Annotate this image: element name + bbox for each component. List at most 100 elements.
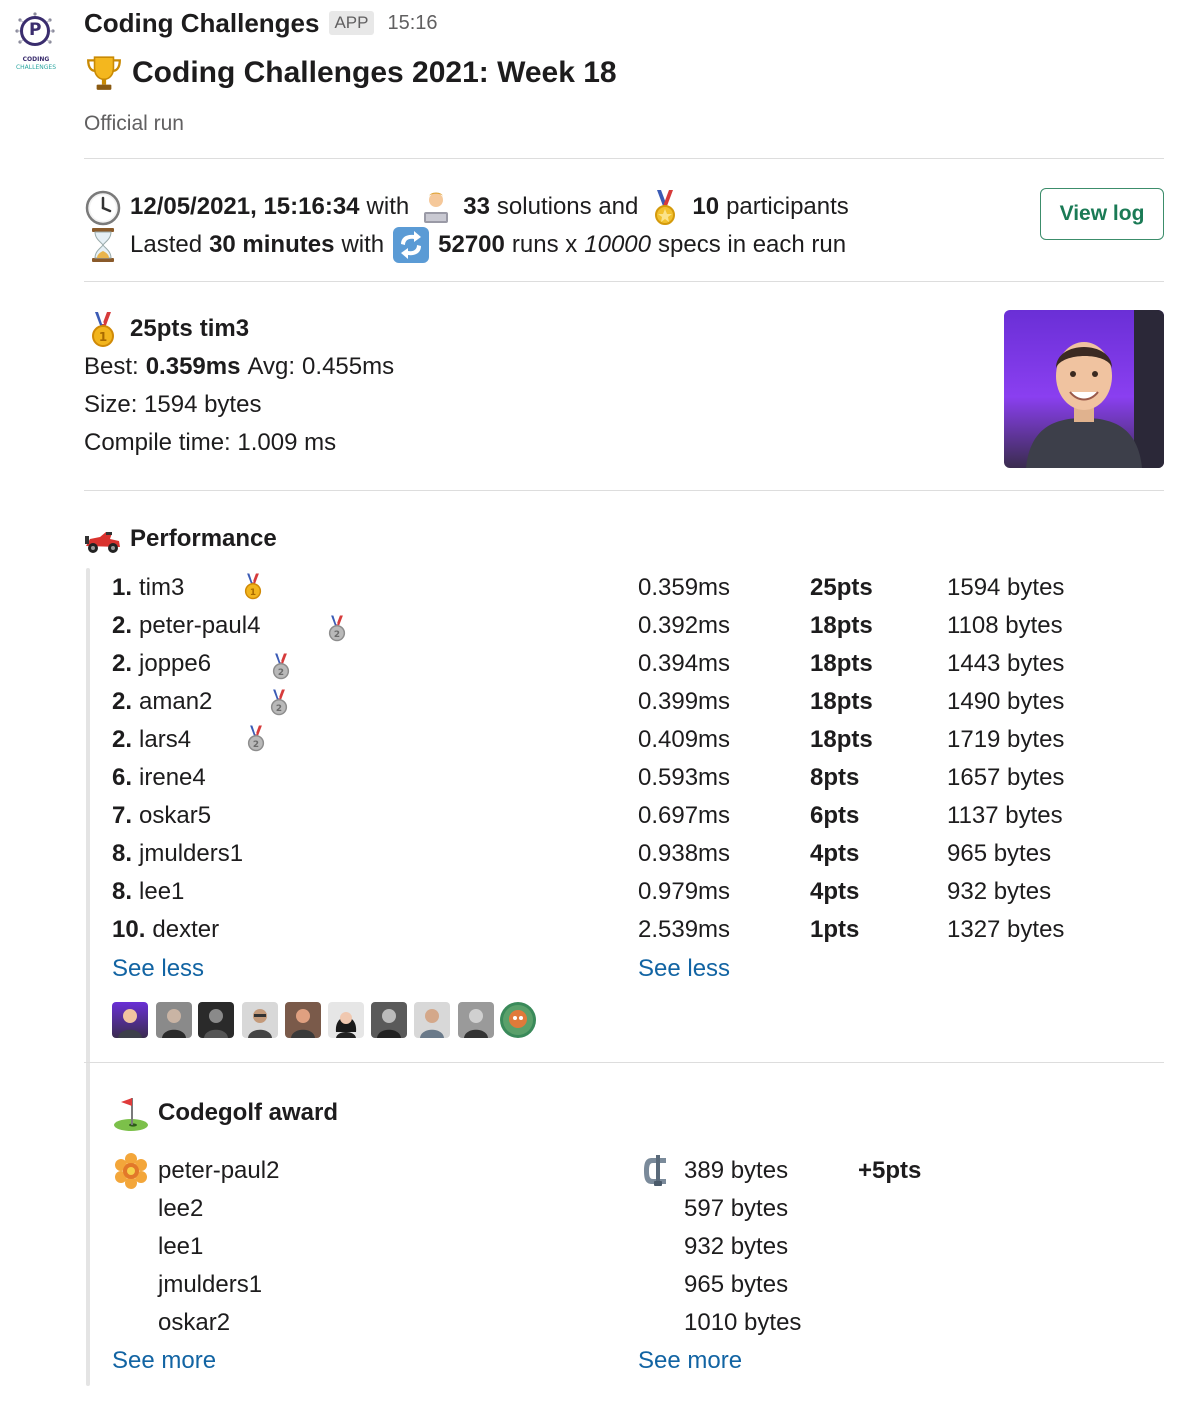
performance-time: 0.409ms [638,726,731,753]
best-label: Best: [84,353,139,380]
performance-row-participant: 6. irene4 [112,759,206,797]
winner-times: Best: 0.359ms Avg: 0.455ms [84,348,394,386]
codegolf-size: 597 bytes [684,1195,789,1222]
participant-name: peter-paul4 [139,612,261,639]
winner-name: tim3 [199,315,250,342]
performance-points: 1pts [810,916,860,943]
performance-points: 6pts [810,802,860,829]
sports-medal-icon [646,188,684,226]
performance-row-participant: 2. peter-paul4 [112,607,260,645]
with-text-2: with [341,231,385,258]
performance-time: 0.394ms [638,650,731,677]
clamp-icon [644,1155,666,1186]
performance-heading-text: Performance [130,525,277,552]
hourglass-icon [92,228,114,262]
codegolf-size: 932 bytes [684,1233,789,1260]
performance-heading: Performance [84,519,277,559]
app-logo[interactable]: CODING CHALLENGES [10,12,62,74]
see-more-link-left[interactable]: See more [112,1342,216,1380]
rank: 7. [112,802,133,829]
app-badge: APP [329,11,374,35]
subtitle: Official run [84,112,184,135]
codegolf-heading-text: Codegolf award [158,1099,339,1126]
divider [84,1062,1164,1063]
performance-points: 18pts [810,688,873,715]
run-info-line-2: Lasted 30 minutes with 52700 runs x 1000… [84,225,846,265]
participant-avatar[interactable] [500,1002,536,1038]
winner-avatar[interactable] [1004,310,1164,468]
participant-name: tim3 [139,574,185,601]
performance-points: 18pts [810,650,873,677]
participant-name: oskar5 [139,802,212,829]
second-place-medal-icon [247,719,275,757]
performance-size: 1137 bytes [947,802,1063,829]
winner-portrait-image [1026,310,1164,468]
winner-points: 25pts [130,315,193,342]
participant-name: dexter [152,916,220,943]
performance-points: 4pts [810,878,860,905]
performance-points: 18pts [810,612,873,639]
performance-size: 1490 bytes [947,688,1065,715]
codegolf-size: 965 bytes [684,1271,789,1298]
golf-flag-icon [114,1098,148,1131]
rank: 8. [112,878,133,905]
rank: 2. [112,726,133,753]
performance-row-participant: 8. jmulders1 [112,835,243,873]
codegolf-participant-name: lee1 [158,1233,204,1260]
codegolf-participant-name: oskar2 [158,1309,231,1336]
see-more-link-right[interactable]: See more [638,1342,742,1380]
participant-avatar[interactable] [328,1002,364,1038]
rank: 2. [112,612,133,639]
participant-avatar[interactable] [414,1002,450,1038]
performance-row-participant: 1. tim3 [112,569,184,607]
logo-p-mark [20,16,50,46]
racing-car-icon [85,532,120,553]
performance-size: 1443 bytes [947,650,1065,677]
performance-time: 0.392ms [638,612,731,639]
divider [84,158,1164,159]
performance-row-participant: 8. lee1 [112,873,184,911]
performance-size: 932 bytes [947,878,1052,905]
first-place-medal-icon [244,567,272,605]
participant-name: aman2 [139,688,213,715]
performance-row-participant: 7. oskar5 [112,797,211,835]
codegolf-participant-name: peter-paul2 [158,1157,280,1184]
participant-avatar[interactable] [458,1002,494,1038]
performance-time: 0.399ms [638,688,731,715]
performance-points: 18pts [810,726,873,753]
divider [84,490,1164,491]
see-less-link-right[interactable]: See less [638,950,730,988]
avg-value: 0.455ms [302,353,395,380]
participant-avatar[interactable] [285,1002,321,1038]
performance-row-participant: 2. lars4 [112,721,191,759]
repeat-arrows-icon [393,227,430,263]
message-timestamp[interactable]: 15:16 [388,12,438,35]
participant-avatar[interactable] [156,1002,192,1038]
view-log-button[interactable]: View log [1040,188,1164,240]
with-text-1: with [366,193,410,220]
codegolf-bonus-points: +5pts [858,1157,922,1184]
participant-avatar[interactable] [242,1002,278,1038]
performance-points: 4pts [810,840,860,867]
app-name[interactable]: Coding Challenges [84,8,319,39]
performance-size: 1594 bytes [947,574,1065,601]
codegolf-participant-name: jmulders1 [158,1271,263,1298]
participant-avatar[interactable] [112,1002,148,1038]
performance-size: 1719 bytes [947,726,1065,753]
performance-time: 0.593ms [638,764,731,791]
performance-time: 0.697ms [638,802,731,829]
participant-name: jmulders1 [139,840,244,867]
participant-name: lee1 [139,878,185,905]
participant-name: joppe6 [139,650,212,677]
performance-time: 0.938ms [638,840,731,867]
participants-count: 10 [692,193,720,220]
participant-avatar[interactable] [371,1002,407,1038]
codegolf-size: 389 bytes [684,1157,789,1184]
see-less-link-left[interactable]: See less [112,950,204,988]
clock-icon [85,190,121,226]
participant-avatar[interactable] [198,1002,234,1038]
rank: 2. [112,650,133,677]
solutions-count: 33 [463,193,490,220]
participant-name: lars4 [139,726,192,753]
codegolf-size: 1010 bytes [684,1309,802,1336]
